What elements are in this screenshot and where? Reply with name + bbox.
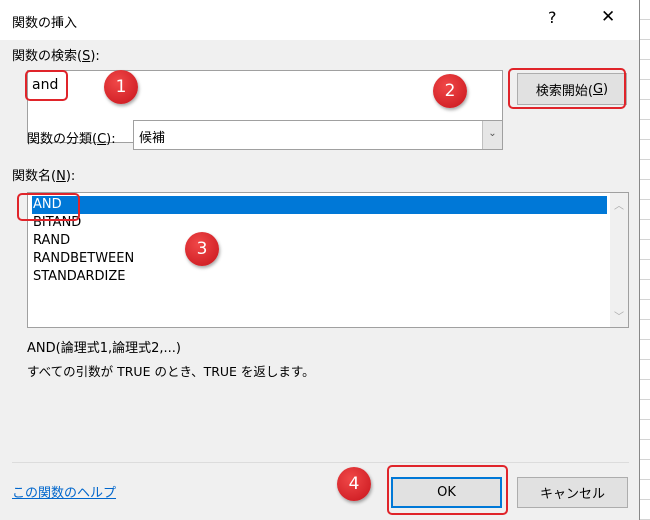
title-bar: 関数の挿入 ? ✕ [0, 0, 639, 40]
cancel-button[interactable]: キャンセル [517, 477, 628, 508]
function-list[interactable]: AND BITAND RAND RANDBETWEEN STANDARDIZE … [27, 192, 629, 328]
help-icon[interactable]: ? [548, 8, 557, 27]
annotation-marker-2: 2 [433, 74, 467, 108]
annotation-box-search-button [508, 68, 626, 109]
annotation-box-ok [387, 465, 508, 515]
annotation-marker-1: 1 [104, 70, 138, 104]
function-help-link[interactable]: この関数のヘルプ [12, 482, 116, 501]
list-scrollbar[interactable]: ︿ ﹀ [610, 193, 628, 327]
chevron-down-icon[interactable]: ⌄ [482, 121, 502, 149]
list-item[interactable]: RAND [32, 232, 70, 250]
divider [12, 462, 629, 463]
list-item[interactable]: RANDBETWEEN [32, 250, 134, 268]
annotation-marker-3: 3 [185, 232, 219, 266]
function-description: すべての引数が TRUE のとき、TRUE を返します。 [27, 364, 315, 379]
annotation-box-search [25, 70, 68, 101]
dialog-title: 関数の挿入 [12, 16, 78, 31]
scroll-up-icon[interactable]: ︿ [614, 197, 624, 212]
list-item[interactable]: STANDARDIZE [32, 268, 125, 286]
spreadsheet-background [640, 0, 650, 520]
close-icon[interactable]: ✕ [601, 7, 615, 27]
category-select[interactable]: 候補 ⌄ [133, 120, 503, 150]
search-label: 関数の検索(S): [12, 49, 100, 64]
annotation-box-and [17, 193, 80, 221]
annotation-marker-4: 4 [337, 467, 371, 501]
scroll-down-icon[interactable]: ﹀ [614, 308, 624, 323]
function-list-label: 関数名(N): [12, 169, 76, 184]
category-label: 関数の分類(C): [27, 132, 116, 147]
list-item-selected[interactable]: AND [32, 196, 607, 214]
category-value: 候補 [139, 131, 166, 146]
function-syntax: AND(論理式1,論理式2,...) [27, 341, 181, 356]
